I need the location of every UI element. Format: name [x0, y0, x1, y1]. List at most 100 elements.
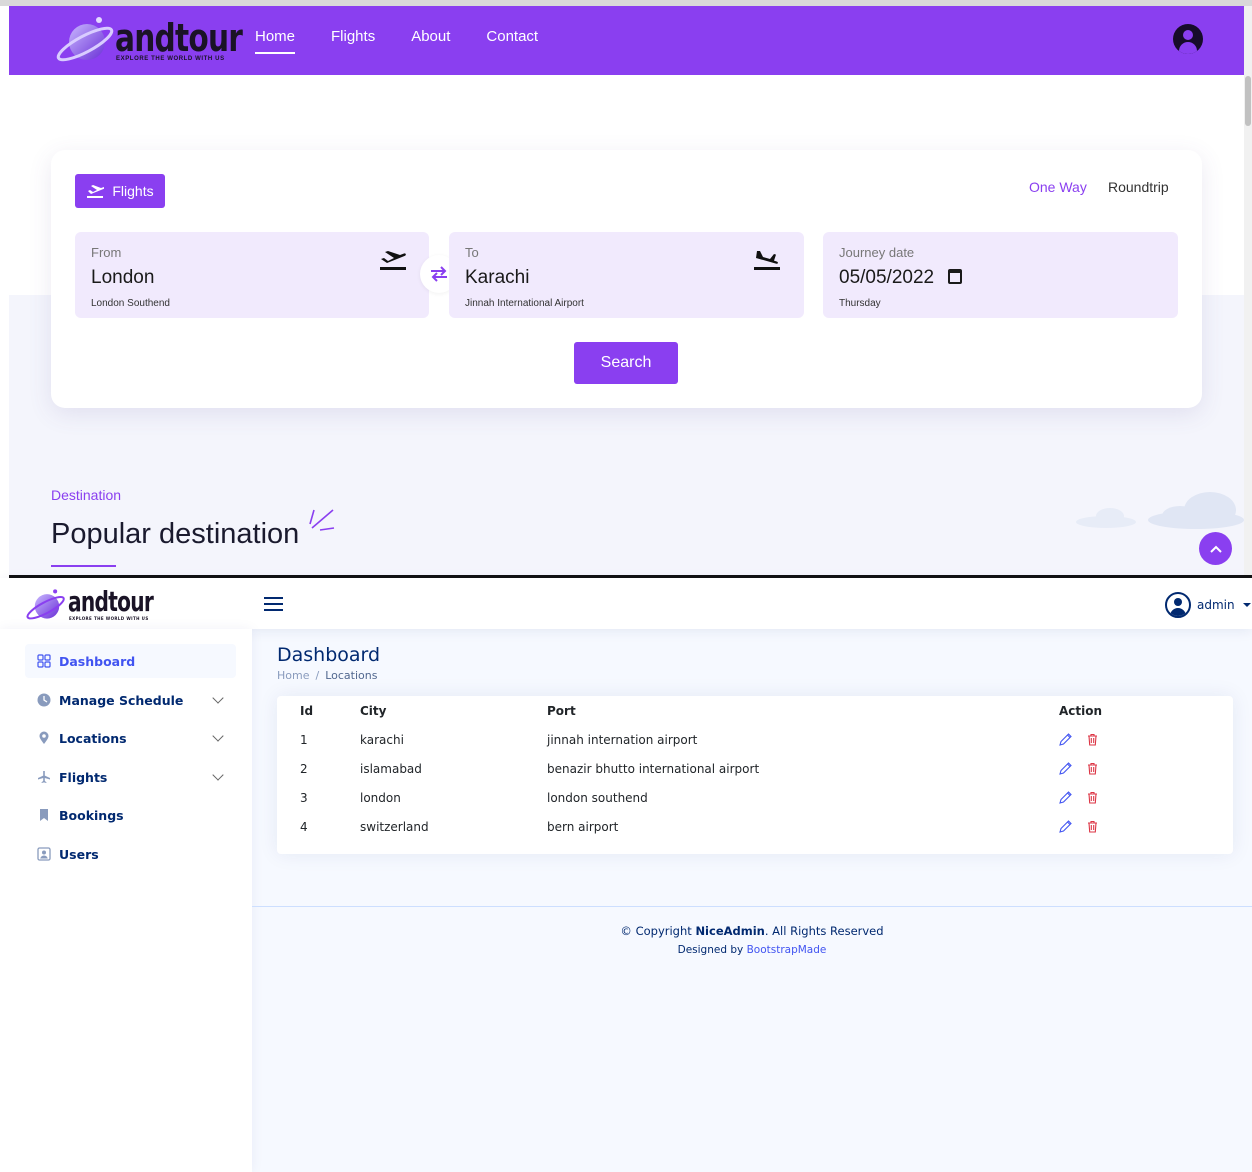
chevron-down-icon: [212, 692, 224, 704]
destination-underline: [51, 565, 116, 567]
admin-logo-wordmark: andtour: [68, 585, 154, 618]
plane-departure-icon: [380, 251, 406, 270]
sidebar-item-bookings[interactable]: Bookings: [25, 798, 236, 832]
destination-heading: Popular destination: [51, 518, 300, 550]
nav-contact[interactable]: Contact: [486, 28, 538, 51]
delete-trash-icon[interactable]: [1087, 762, 1098, 775]
copyright-prefix: © Copyright: [620, 924, 696, 938]
planet-logo-icon: [56, 17, 114, 62]
breadcrumb-current: Locations: [325, 669, 378, 682]
admin-sidebar: Dashboard Manage Schedule Locations Flig…: [0, 629, 252, 1172]
logo-tagline: EXPLORE THE WORLD WITH US: [116, 56, 225, 62]
site-navbar: andtour EXPLORE THE WORLD WITH US Home F…: [9, 6, 1244, 75]
plane-takeoff-icon: [87, 185, 105, 198]
breadcrumb-home[interactable]: Home: [277, 669, 309, 682]
delete-trash-icon[interactable]: [1087, 791, 1098, 804]
sidebar-item-manage-schedule[interactable]: Manage Schedule: [25, 683, 236, 717]
sidebar-item-flights[interactable]: Flights: [25, 760, 236, 794]
footer-divider: [252, 906, 1252, 907]
page-title: Dashboard: [277, 644, 381, 666]
locations-table: Id City Port Action 1 karachi jinnah int…: [277, 696, 1233, 854]
cell-id: 1: [300, 733, 308, 747]
plane-arrival-icon: [754, 251, 780, 270]
breadcrumb: Home / Locations: [277, 669, 380, 682]
cell-id: 3: [300, 791, 308, 805]
cell-port: benazir bhutto international airport: [547, 762, 760, 776]
page-heading: Dashboard Home / Locations: [277, 644, 380, 682]
flight-search-card: Flights One Way Roundtrip From London Lo…: [51, 150, 1202, 408]
admin-profile-dropdown[interactable]: admin: [1165, 592, 1251, 618]
calendar-icon[interactable]: [948, 269, 962, 284]
sidebar-item-dashboard[interactable]: Dashboard: [25, 644, 236, 678]
journey-date-field[interactable]: Journey date 05/05/2022 Thursday: [823, 232, 1178, 318]
column-header-id: Id: [300, 704, 314, 718]
edit-pencil-icon[interactable]: [1059, 733, 1072, 746]
clouds-decoration-icon: [1076, 492, 1244, 529]
trip-one-way-option[interactable]: One Way: [1029, 179, 1087, 195]
grid-icon: [37, 654, 51, 668]
cell-city: islamabad: [360, 762, 422, 776]
column-header-city: City: [360, 704, 387, 718]
footer-copyright: © Copyright NiceAdmin. All Rights Reserv…: [252, 924, 1252, 938]
admin-username: admin: [1197, 598, 1235, 612]
edit-pencil-icon[interactable]: [1059, 762, 1072, 775]
planet-logo-icon: [26, 589, 65, 620]
cell-port: london southend: [547, 791, 648, 805]
column-header-port: Port: [547, 704, 576, 718]
profile-avatar-icon: [1165, 592, 1191, 618]
cell-port: bern airport: [547, 820, 619, 834]
sidebar-item-label: Bookings: [59, 807, 124, 823]
nav-about[interactable]: About: [411, 28, 450, 51]
sidebar-item-label: Flights: [59, 769, 108, 785]
logo-wordmark: andtour: [115, 16, 243, 60]
search-button[interactable]: Search: [574, 342, 678, 384]
delete-trash-icon[interactable]: [1087, 733, 1098, 746]
breadcrumb-separator: /: [315, 669, 320, 682]
page-scrollbar[interactable]: [1244, 6, 1252, 577]
toggle-sidebar-icon[interactable]: [264, 597, 283, 611]
admin-header: andtour EXPLORE THE WORLD WITH US admin: [0, 578, 1252, 629]
caret-down-icon: [1242, 603, 1251, 607]
cell-city: switzerland: [360, 820, 429, 834]
edit-pencil-icon[interactable]: [1059, 820, 1072, 833]
to-field[interactable]: To Karachi Jinnah International Airport: [449, 232, 804, 318]
nav-flights[interactable]: Flights: [331, 28, 375, 51]
scroll-to-top-button[interactable]: [1199, 532, 1232, 565]
edit-pencil-icon[interactable]: [1059, 791, 1072, 804]
site-preview: andtour EXPLORE THE WORLD WITH US Home F…: [0, 0, 1252, 577]
journey-date-value: 05/05/2022: [839, 267, 935, 288]
cell-id: 4: [300, 820, 308, 834]
sidebar-item-label: Users: [59, 846, 99, 862]
from-value: London: [91, 267, 155, 288]
plane-icon: [38, 771, 50, 783]
sidebar-item-locations[interactable]: Locations: [25, 721, 236, 755]
trip-roundtrip-option[interactable]: Roundtrip: [1108, 179, 1169, 195]
column-header-action: Action: [1059, 704, 1103, 718]
sidebar-item-label: Locations: [59, 730, 127, 746]
nav-home[interactable]: Home: [255, 28, 296, 54]
from-field[interactable]: From London London Southend: [75, 232, 429, 318]
cell-city: london: [360, 791, 401, 805]
bootstrapmade-link[interactable]: BootstrapMade: [747, 944, 827, 956]
sidebar-item-users[interactable]: Users: [25, 837, 236, 871]
map-pin-icon: [39, 731, 49, 744]
admin-dashboard: andtour EXPLORE THE WORLD WITH US admin …: [0, 578, 1252, 1172]
designed-prefix: Designed by: [677, 944, 747, 956]
admin-logo-tagline: EXPLORE THE WORLD WITH US: [69, 616, 149, 621]
user-account-icon[interactable]: [1173, 24, 1203, 54]
copyright-brand: NiceAdmin: [695, 924, 765, 938]
main-nav: Home Flights About Contact: [255, 28, 538, 54]
person-badge-icon: [37, 847, 51, 861]
site-logo[interactable]: andtour EXPLORE THE WORLD WITH US: [55, 12, 243, 68]
delete-trash-icon[interactable]: [1087, 820, 1098, 833]
clock-icon: [37, 693, 51, 707]
chevron-up-icon: [1209, 545, 1222, 553]
journey-weekday: Thursday: [839, 298, 881, 309]
swap-arrows-icon: [431, 266, 447, 282]
cell-id: 2: [300, 762, 308, 776]
journey-date-label: Journey date: [839, 245, 915, 260]
sparkle-decoration-icon: [309, 509, 335, 531]
from-airport: London Southend: [91, 298, 170, 309]
flights-tab-button[interactable]: Flights: [75, 174, 165, 208]
admin-logo[interactable]: andtour EXPLORE THE WORLD WITH US: [24, 586, 154, 624]
